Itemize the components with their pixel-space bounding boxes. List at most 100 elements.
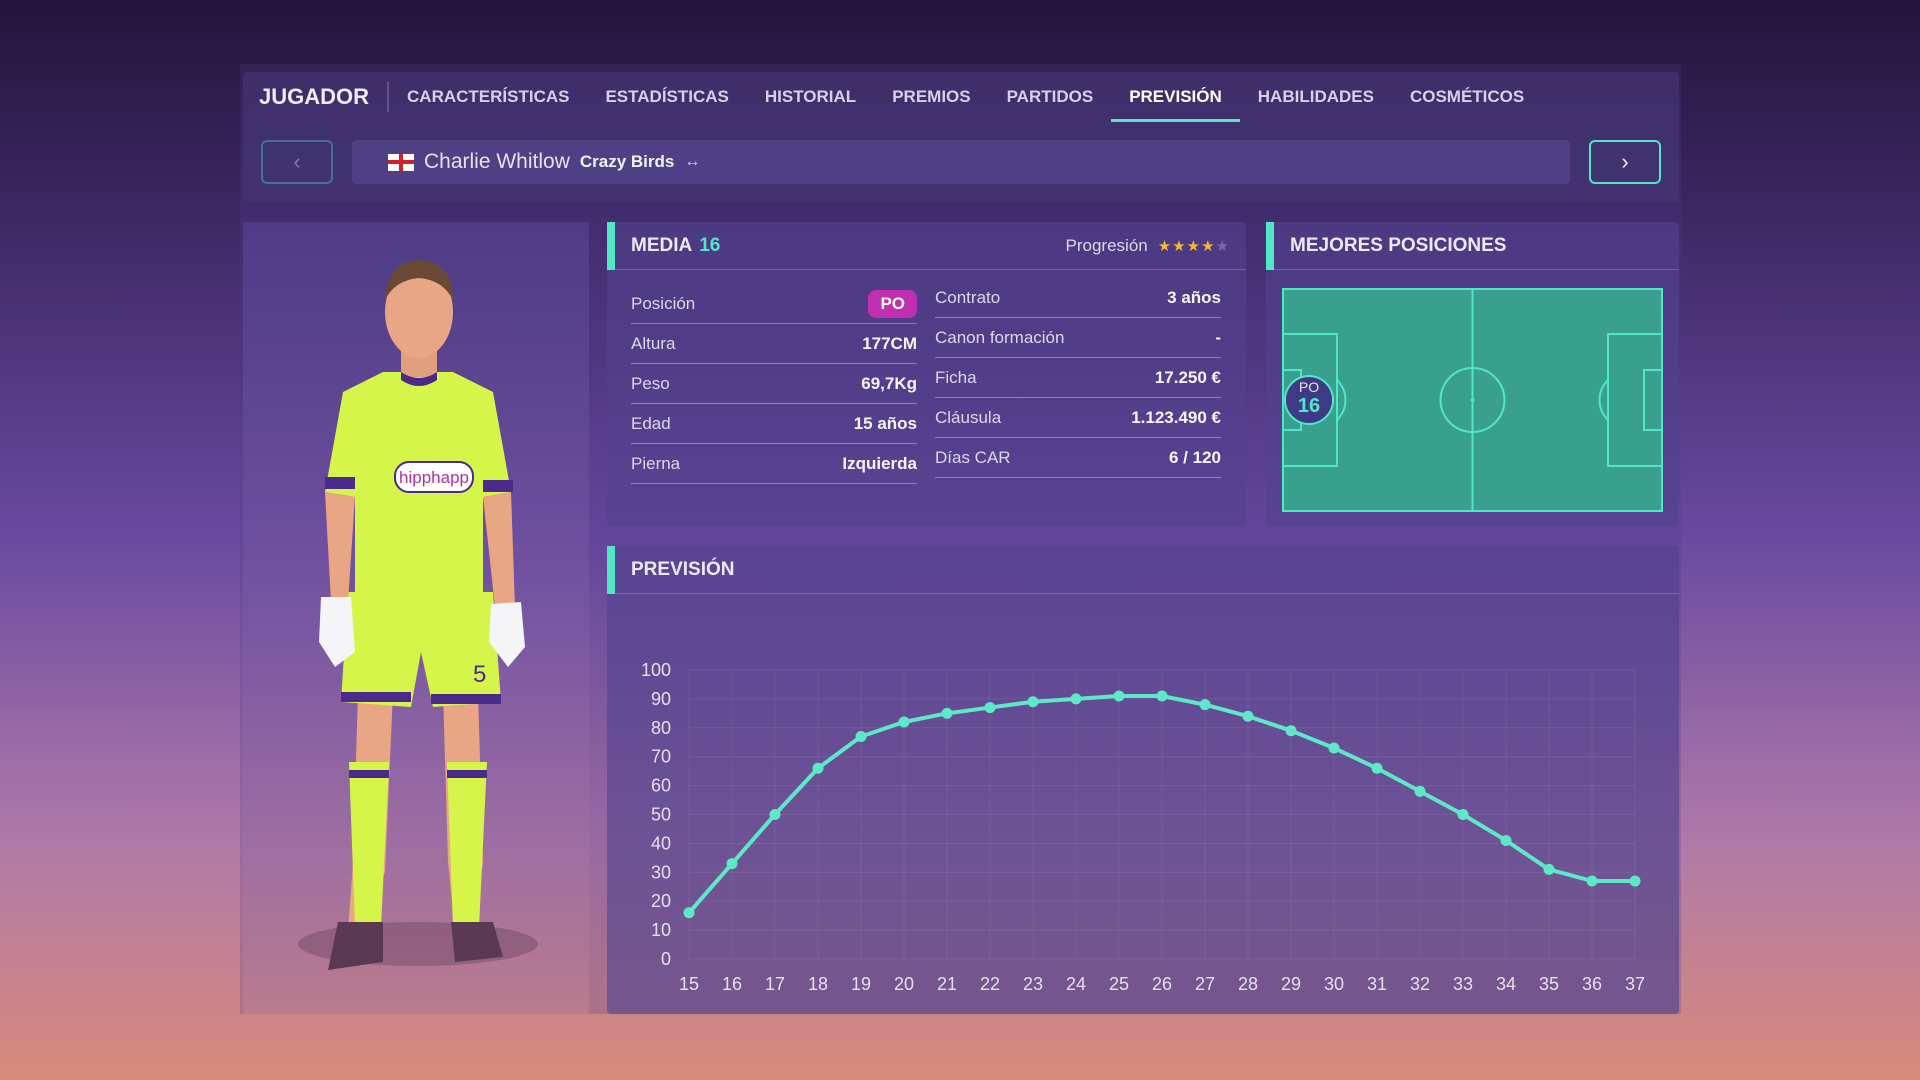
stat-value: 1.123.490 €: [1131, 407, 1221, 427]
x-tick-label: 25: [1109, 974, 1129, 994]
player-info-bar: Charlie Whitlow Crazy Birds ↔: [352, 140, 1570, 184]
y-tick-label: 20: [651, 891, 671, 911]
x-tick-label: 36: [1582, 974, 1602, 994]
best-positions-header: MEJORES POSICIONES: [1266, 222, 1679, 270]
position-badge: PO: [868, 289, 917, 318]
tab-historial[interactable]: HISTORIAL: [747, 72, 874, 122]
stat-value: 17.250 €: [1154, 367, 1221, 387]
forecast-header: PREVISIÓN: [607, 546, 1679, 594]
player-model-image: 5 hipphapp: [298, 260, 538, 970]
x-tick-label: 21: [937, 974, 957, 994]
y-tick-label: 60: [651, 776, 671, 796]
tab-bar: JUGADOR CARACTERÍSTICAS ESTADÍSTICAS HIS…: [243, 72, 1679, 122]
x-tick-label: 17: [765, 974, 785, 994]
stat-value: 15 años: [853, 413, 917, 433]
best-positions-panel: MEJORES POSICIONES PO 16: [1266, 222, 1679, 526]
stat-label: Cláusula: [935, 407, 1002, 427]
forecast-title: PREVISIÓN: [631, 558, 735, 580]
tab-estadisticas[interactable]: ESTADÍSTICAS: [587, 72, 746, 122]
tab-partidos[interactable]: PARTIDOS: [989, 72, 1112, 122]
data-point: [1457, 809, 1469, 820]
tab-habilidades[interactable]: HABILIDADES: [1240, 72, 1392, 122]
stat-label: Posición: [631, 293, 696, 313]
x-tick-label: 32: [1410, 974, 1430, 994]
stat-row: Ficha 17.250 €: [935, 358, 1221, 398]
y-tick-label: 100: [641, 660, 671, 680]
media-panel: MEDIA 16 Progresión ★★★★★ Posición PO Al…: [607, 222, 1246, 526]
england-flag-icon: [388, 153, 414, 171]
position-marker[interactable]: PO 16: [1284, 375, 1334, 425]
data-point: [1027, 696, 1039, 708]
progression-label: Progresión: [1065, 236, 1148, 255]
stat-label: Peso: [631, 373, 670, 393]
stat-row: Edad 15 años: [631, 404, 917, 444]
data-point: [1156, 690, 1168, 702]
stat-row: Altura 177CM: [631, 324, 917, 364]
y-tick-label: 80: [651, 718, 671, 738]
data-point: [1242, 710, 1254, 722]
x-tick-label: 28: [1238, 974, 1258, 994]
data-point: [1371, 762, 1383, 774]
x-tick-label: 35: [1539, 974, 1559, 994]
data-point: [1414, 785, 1426, 797]
x-tick-label: 24: [1066, 974, 1086, 994]
stat-value: 6 / 120: [1169, 447, 1221, 467]
shirt-number: 5: [473, 661, 486, 688]
swap-icon[interactable]: ↔: [684, 153, 700, 171]
data-point: [769, 809, 781, 820]
stat-label: Canon formación: [935, 327, 1065, 347]
x-tick-label: 20: [894, 974, 914, 994]
star-filled-icon: ★: [1201, 238, 1216, 255]
player-nav: ‹ Charlie Whitlow Crazy Birds ↔ ›: [243, 140, 1679, 188]
tab-cosmeticos[interactable]: COSMÉTICOS: [1392, 72, 1542, 122]
data-point: [1500, 835, 1512, 847]
stat-row: Peso 69,7Kg: [631, 364, 917, 404]
progression-stars: ★★★★★: [1158, 237, 1230, 255]
stat-row: Contrato 3 años: [935, 278, 1221, 318]
star-empty-icon: ★: [1215, 238, 1230, 255]
forecast-chart: 0 10 20 30 40 50 60 70 80 90 100 15 16 17 18 19 20 21 22 23…: [641, 660, 1645, 994]
stat-row: Canon formación -: [935, 318, 1221, 358]
stat-label: Ficha: [935, 367, 977, 387]
data-point: [683, 907, 695, 919]
player-name: Charlie Whitlow: [424, 150, 570, 173]
best-positions-title: MEJORES POSICIONES: [1290, 234, 1507, 256]
y-tick-label: 90: [651, 689, 671, 709]
previous-player-button[interactable]: ‹: [261, 140, 333, 184]
stat-value: -: [1215, 327, 1221, 347]
stat-label: Edad: [631, 413, 671, 433]
x-tick-label: 19: [851, 974, 871, 994]
stat-label: Contrato: [935, 287, 1001, 307]
pitch-diagram: PO 16: [1282, 288, 1663, 512]
data-point: [1070, 693, 1082, 705]
position-marker-label: PO: [1299, 379, 1319, 395]
tab-caracteristicas[interactable]: CARACTERÍSTICAS: [389, 72, 587, 122]
forecast-panel: PREVISIÓN 0 10 20 30 40 50 60 70 80 90 100 15 16 17 18…: [607, 546, 1679, 1014]
data-point: [1543, 863, 1555, 875]
team-name[interactable]: Crazy Birds: [580, 152, 674, 172]
position-marker-rating: 16: [1298, 395, 1320, 417]
y-tick-label: 30: [651, 862, 671, 882]
stats-right: Contrato 3 años Canon formación - Ficha …: [935, 278, 1221, 478]
tab-prevision[interactable]: PREVISIÓN: [1111, 72, 1240, 122]
x-tick-label: 15: [679, 974, 699, 994]
media-header: MEDIA 16 Progresión ★★★★★: [607, 222, 1246, 270]
data-point: [984, 702, 996, 714]
chevron-right-icon: ›: [1621, 149, 1629, 174]
stat-row: Pierna Izquierda: [631, 444, 917, 484]
data-point: [941, 707, 953, 719]
x-tick-label: 22: [980, 974, 1000, 994]
x-tick-label: 34: [1496, 974, 1516, 994]
tab-premios[interactable]: PREMIOS: [874, 72, 988, 122]
y-tick-label: 50: [651, 805, 671, 825]
x-tick-label: 33: [1453, 974, 1473, 994]
x-tick-label: 37: [1625, 974, 1645, 994]
star-filled-icon: ★: [1157, 238, 1173, 255]
stat-row: Posición PO: [631, 284, 917, 324]
stat-value: Izquierda: [842, 453, 917, 473]
shirt-sponsor: hipphapp: [399, 468, 469, 487]
next-player-button[interactable]: ›: [1589, 140, 1661, 184]
x-tick-label: 29: [1281, 974, 1301, 994]
stat-label: Altura: [631, 333, 676, 353]
data-point: [1629, 875, 1641, 887]
